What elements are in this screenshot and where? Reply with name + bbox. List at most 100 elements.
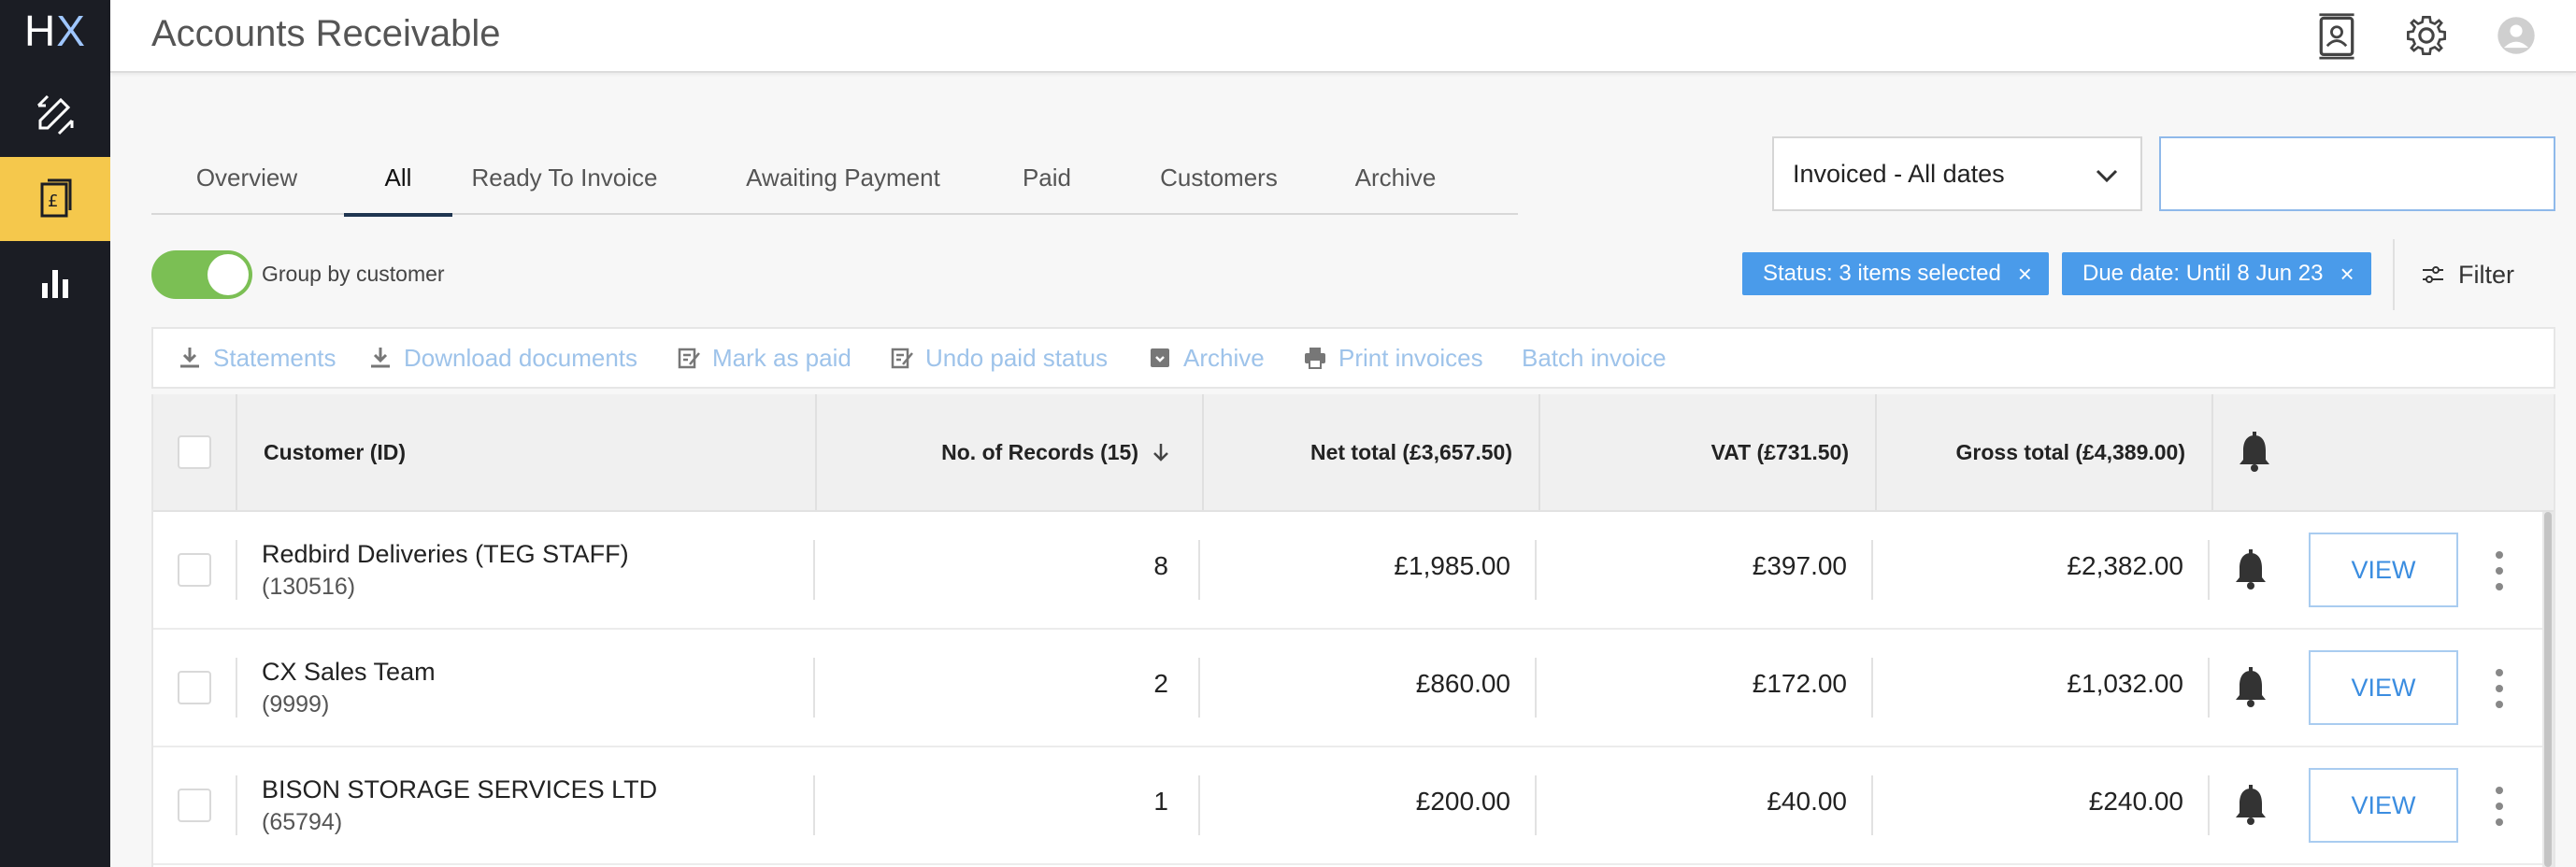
column-header-vat[interactable]: VAT (£731.50) [1546,394,1849,510]
view-button[interactable]: VIEW [2309,768,2458,843]
cell-divider [236,775,237,835]
group-by-customer-label: Group by customer [262,262,445,286]
customer-id: (130516) [262,574,356,600]
table-row[interactable]: Redbird Deliveries (TEG STAFF) (130516) … [153,512,2554,630]
left-rail: HX £ [0,0,110,867]
bulk-actions-bar: Statements Download documents Mark as pa… [151,327,2555,389]
date-filter-select[interactable]: Invoiced - All dates [1772,136,2142,211]
avatar-icon [2497,17,2535,54]
group-by-customer-toggle[interactable] [151,250,252,299]
tab-bar: Overview All Ready To Invoice Awaiting P… [151,140,1518,217]
app-logo[interactable]: HX [0,0,110,62]
view-button[interactable]: VIEW [2309,650,2458,725]
top-header: Accounts Receivable [110,0,2576,73]
sliders-icon [2423,266,2443,283]
cell-divider [2208,540,2210,600]
more-vertical-icon[interactable] [2490,547,2509,594]
download-documents-action[interactable]: Download documents [368,329,637,387]
bar-chart-icon [42,270,68,298]
bell-icon[interactable] [2232,549,2269,590]
cell-divider [1198,775,1200,835]
column-header-records[interactable]: No. of Records (15) [826,394,1172,510]
tab-customers[interactable]: Customers [1144,140,1294,215]
chip-label: Due date: Until 8 Jun 23 [2082,261,2324,286]
contact-card-icon [2319,13,2354,60]
print-invoices-action[interactable]: Print invoices [1303,329,1483,387]
tab-archive[interactable]: Archive [1325,140,1466,215]
column-header-net[interactable]: Net total (£3,657.50) [1209,394,1512,510]
gross-total: £1,032.00 [2067,669,2183,698]
mark-as-paid-action[interactable]: Mark as paid [677,329,852,387]
undo-paid-status-action[interactable]: Undo paid status [890,329,1108,387]
row-checkbox[interactable] [178,671,211,704]
table-row[interactable]: BISON STORAGE SERVICES LTD (65794) 1 £20… [153,747,2554,865]
cell-divider [236,658,237,718]
due-date-filter-chip: Due date: Until 8 Jun 23 × [2062,252,2371,295]
settings-button[interactable] [2400,9,2453,62]
column-header-gross[interactable]: Gross total (£4,389.00) [1882,394,2185,510]
tab-all[interactable]: All [344,140,452,217]
rail-item-invoices[interactable]: £ [0,157,110,241]
column-divider [236,394,237,510]
table-row[interactable]: CX Sales Team (9999) 2 £860.00 £172.00 £… [153,630,2554,747]
logo-x: X [56,7,86,55]
chip-label: Status: 3 items selected [1763,261,2001,286]
close-icon[interactable]: × [2340,260,2354,289]
bell-icon[interactable] [2232,667,2269,708]
view-button[interactable]: VIEW [2309,533,2458,607]
records-count: 1 [1153,787,1168,816]
tab-overview[interactable]: Overview [151,140,342,215]
filter-label: Filter [2458,260,2514,289]
vat-amount: £397.00 [1752,551,1847,580]
tab-paid[interactable]: Paid [991,140,1103,215]
download-icon [371,348,390,368]
user-avatar-button[interactable] [2490,9,2542,62]
gross-total: £240.00 [2088,787,2183,816]
page-title: Accounts Receivable [151,13,501,54]
rail-item-reports[interactable] [0,241,110,325]
tab-ready-to-invoice[interactable]: Ready To Invoice [454,140,675,215]
bell-icon[interactable] [2236,432,2273,473]
printer-icon [1305,348,1325,369]
cell-divider [2208,775,2210,835]
scrollbar-thumb[interactable] [2544,512,2552,867]
bell-icon[interactable] [2232,785,2269,826]
tab-awaiting-payment[interactable]: Awaiting Payment [731,140,955,215]
table-header: Customer (ID) No. of Records (15) Net to… [153,394,2554,512]
column-divider [1202,394,1204,510]
action-label: Undo paid status [925,343,1109,372]
customer-name: Redbird Deliveries (TEG STAFF) [262,540,629,568]
action-label: Print invoices [1338,343,1483,372]
edit-note-icon [678,348,700,369]
status-filter-chip: Status: 3 items selected × [1742,252,2049,295]
cell-divider [813,540,815,600]
net-total: £200.00 [1415,787,1510,816]
cell-divider [1871,540,1873,600]
row-checkbox[interactable] [178,553,211,587]
records-header-label: No. of Records (15) [941,439,1138,464]
rail-item-edit[interactable] [0,73,110,157]
customer-id: (9999) [262,691,330,718]
search-input[interactable] [2159,136,2555,211]
download-icon [180,348,199,368]
batch-invoice-action[interactable]: Batch invoice [1522,329,1667,387]
column-header-customer[interactable]: Customer (ID) [264,394,731,510]
table-scrollbar[interactable] [2542,512,2554,867]
gear-icon [2407,16,2446,55]
select-all-checkbox[interactable] [178,435,211,469]
statements-action[interactable]: Statements [178,329,336,387]
more-vertical-icon[interactable] [2490,783,2509,830]
net-total: £860.00 [1415,669,1510,698]
customer-name: CX Sales Team [262,658,436,686]
customer-name: BISON STORAGE SERVICES LTD [262,775,658,803]
net-total: £1,985.00 [1394,551,1510,580]
close-icon[interactable]: × [2018,260,2032,289]
cell-divider [236,540,237,600]
row-checkbox[interactable] [178,789,211,822]
archive-action[interactable]: Archive [1148,329,1265,387]
action-label: Archive [1183,343,1265,372]
filter-button[interactable]: Filter [2421,254,2514,295]
logo-h: H [24,7,57,55]
more-vertical-icon[interactable] [2490,665,2509,712]
contact-card-button[interactable] [2311,9,2363,62]
